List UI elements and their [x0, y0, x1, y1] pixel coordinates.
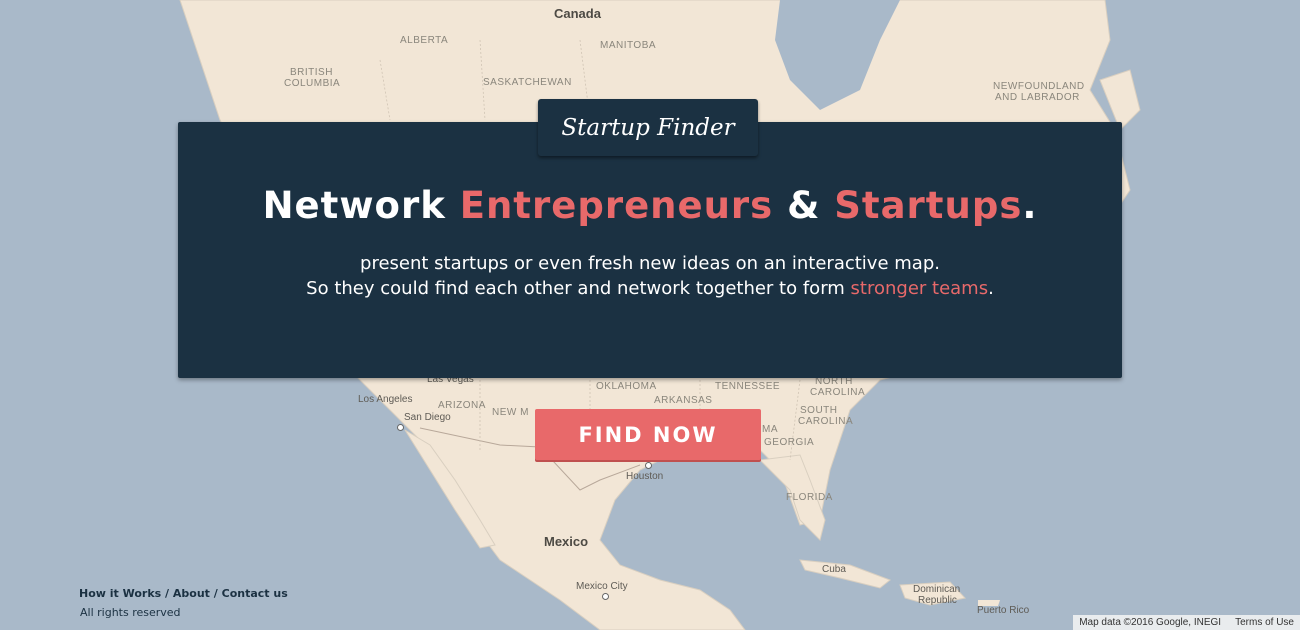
hero-tagline: present startups or even fresh new ideas… — [178, 251, 1122, 301]
tagline-line-1: present startups or even fresh new ideas… — [360, 253, 940, 274]
map-label-south-carolina-2: CAROLINA — [798, 416, 854, 427]
hero-panel — [178, 122, 1122, 378]
map-label-tennessee: TENNESSEE — [715, 381, 781, 392]
map-label-saskatchewan: SASKATCHEWAN — [483, 77, 572, 88]
map-attribution: Map data ©2016 Google, INEGI Terms of Use — [1073, 615, 1300, 630]
map-label-arizona: ARIZONA — [438, 400, 486, 411]
map-label-puerto-rico: Puerto Rico — [977, 605, 1030, 616]
map-label-san-diego: San Diego — [404, 412, 451, 423]
tagline-line-2-text: So they could find each other and networ… — [306, 278, 851, 299]
footer-separator: / — [209, 587, 222, 600]
brand-logo[interactable]: Startup Finder — [538, 99, 758, 156]
find-now-button[interactable]: FIND NOW — [535, 409, 761, 460]
map-label-south-carolina: SOUTH — [800, 405, 838, 416]
tagline-period: . — [988, 278, 994, 299]
hero-headline: Network Entrepreneurs & Startups. — [178, 184, 1122, 227]
headline-accent-entrepreneurs: Entrepreneurs — [459, 184, 774, 227]
terms-of-use-link[interactable]: Terms of Use — [1235, 617, 1294, 628]
map-label-cuba: Cuba — [822, 564, 846, 575]
map-label-arkansas: ARKANSAS — [654, 395, 713, 406]
map-label-manitoba: MANITOBA — [600, 40, 657, 51]
map-city-marker — [645, 462, 652, 469]
map-label-alabama: MA — [762, 424, 778, 435]
map-city-marker — [397, 424, 404, 431]
map-label-british-columbia-2: COLUMBIA — [284, 78, 341, 89]
map-label-los-angeles: Los Angeles — [358, 394, 413, 405]
map-label-dominican-republic-2: Republic — [918, 595, 957, 606]
map-label-dominican-republic: Dominican — [913, 584, 961, 595]
map-label-mexico-city: Mexico City — [576, 581, 628, 592]
footer-rights: All rights reserved — [80, 606, 181, 619]
map-label-florida: FLORIDA — [786, 492, 833, 503]
map-label-oklahoma: OKLAHOMA — [596, 381, 657, 392]
map-label-houston: Houston — [626, 471, 664, 482]
map-label-newfoundland-2: AND LABRADOR — [995, 92, 1080, 103]
footer-nav: How it Works / About / Contact us — [79, 587, 288, 600]
map-label-north-carolina-2: CAROLINA — [810, 387, 866, 398]
map-label-canada: Canada — [554, 6, 601, 21]
footer-link-how-it-works[interactable]: How it Works — [79, 587, 161, 600]
map-label-mexico: Mexico — [544, 534, 589, 549]
headline-text: Network — [262, 184, 460, 227]
headline-period: . — [1022, 184, 1038, 227]
map-label-georgia: GEORGIA — [764, 437, 815, 448]
map-label-newfoundland: NEWFOUNDLAND — [993, 81, 1085, 92]
map-city-marker — [602, 593, 609, 600]
map-label-british-columbia: BRITISH — [290, 67, 333, 78]
tagline-line-2: So they could find each other and networ… — [178, 276, 1122, 301]
headline-accent-startups: Startups — [834, 184, 1023, 227]
map-label-alberta: ALBERTA — [400, 35, 449, 46]
tagline-accent: stronger teams — [850, 278, 989, 299]
map-attribution-text: Map data ©2016 Google, INEGI — [1079, 617, 1222, 628]
footer-separator: / — [161, 587, 173, 600]
footer-link-about[interactable]: About — [173, 587, 210, 600]
headline-ampersand: & — [773, 184, 835, 227]
map-label-new-mexico: NEW M — [492, 407, 529, 418]
footer-link-contact-us[interactable]: Contact us — [222, 587, 288, 600]
